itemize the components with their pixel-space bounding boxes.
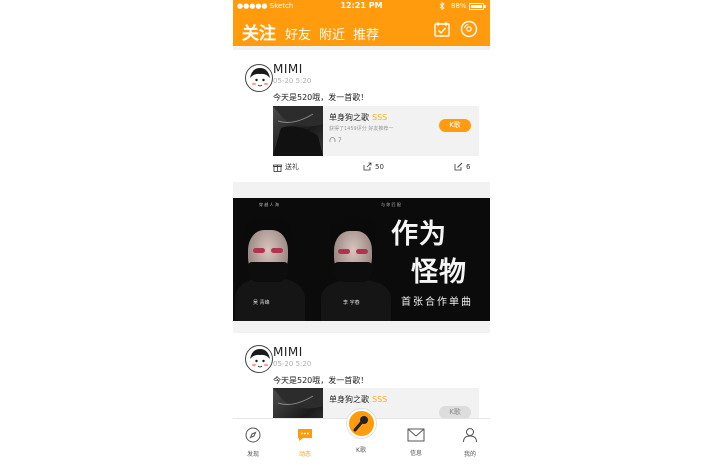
top-header: ●●●●● Sketch 12:21 PM 88% 关注 好友 附近 推荐	[233, 0, 490, 46]
tab-friends[interactable]: 好友	[285, 24, 311, 43]
post-time: 05-20 5:20	[273, 77, 312, 85]
tab-following[interactable]: 关注	[242, 19, 276, 44]
post-text: 今天是520哦，发一首歌！	[273, 376, 369, 385]
post-time: 05-20 5:20	[273, 360, 312, 368]
status-bar: ●●●●● Sketch 12:21 PM 88%	[233, 0, 490, 12]
singer-name-left: 吴 青峰	[253, 300, 270, 306]
song-title: 单身狗之歌 SSS	[329, 113, 388, 122]
user-profile-icon	[463, 428, 477, 443]
song-card[interactable]: 单身狗之歌 SSS 获得了1459评分 好友推荐一 7 K歌	[273, 106, 479, 156]
promo-banner[interactable]: 穿 越 人 海 与 你 匹 配 吴 青峰 李 宇春 作为 怪物 首张合作单曲	[233, 198, 490, 321]
tab-nearby[interactable]: 附近	[319, 24, 345, 43]
song-subtitle: 获得了1459评分 好友推荐一	[329, 126, 394, 132]
banner-title-line1: 作为	[391, 219, 447, 250]
share-icon	[363, 162, 372, 171]
banner-subtitle: 首张合作单曲	[401, 297, 473, 308]
play-count: 7	[329, 137, 342, 144]
nav-feed[interactable]: 动态	[285, 427, 325, 458]
post-username[interactable]: MIMI	[273, 62, 303, 76]
song-cover	[273, 106, 323, 156]
feed-tabs: 关注 好友 附近 推荐	[242, 19, 387, 44]
envelope-icon	[407, 428, 425, 442]
nav-discover-label: 发现	[246, 451, 259, 458]
banner-tagline-right: 与 你 匹 配	[381, 202, 401, 207]
banner-tagline-left: 穿 越 人 海	[259, 202, 279, 207]
microphone-icon	[353, 416, 368, 432]
singer-name-right: 李 宇春	[343, 300, 360, 306]
nav-me[interactable]: 我的	[450, 427, 490, 458]
ksong-button[interactable]: K歌	[439, 119, 471, 132]
chat-bubble-icon	[298, 429, 312, 441]
post-actions: 送礼 50 6	[233, 162, 490, 176]
bottom-nav: 发现 动态 K歌 信息 我的	[233, 409, 490, 473]
avatar[interactable]	[245, 64, 273, 92]
nav-discover[interactable]: 发现	[233, 427, 273, 458]
nav-messages[interactable]: 信息	[396, 427, 436, 457]
bluetooth-icon	[439, 1, 445, 12]
vinyl-record-icon[interactable]	[460, 20, 478, 38]
tab-recommended[interactable]: 推荐	[353, 24, 379, 43]
edit-comment-icon	[454, 162, 463, 171]
song-title: 单身狗之歌 SSS	[329, 395, 388, 404]
battery-percent: 88%	[451, 2, 467, 10]
nav-ksong-label: K歌	[356, 447, 366, 454]
nav-messages-label: 信息	[409, 450, 422, 457]
feed-post: MIMI 05-20 5:20 今天是520哦，发一首歌！ 单身狗之歌 SSS 获…	[233, 50, 490, 182]
gift-button[interactable]: 送礼	[273, 162, 299, 172]
checkin-calendar-icon[interactable]	[433, 20, 451, 38]
post-text: 今天是520哦，发一首歌！	[273, 93, 369, 102]
share-button[interactable]: 50	[363, 162, 384, 171]
compass-icon	[245, 427, 261, 443]
post-username[interactable]: MIMI	[273, 345, 303, 359]
phone-screen: ●●●●● Sketch 12:21 PM 88% 关注 好友 附近 推荐 MI…	[233, 0, 490, 473]
banner-title-line2: 怪物	[411, 257, 467, 288]
avatar[interactable]	[245, 345, 273, 373]
gift-icon	[273, 164, 282, 172]
comment-button[interactable]: 6	[454, 162, 470, 171]
ksong-record-button[interactable]	[347, 409, 376, 438]
nav-me-label: 我的	[463, 451, 476, 458]
nav-feed-label: 动态	[298, 451, 311, 458]
battery-icon	[469, 3, 486, 10]
